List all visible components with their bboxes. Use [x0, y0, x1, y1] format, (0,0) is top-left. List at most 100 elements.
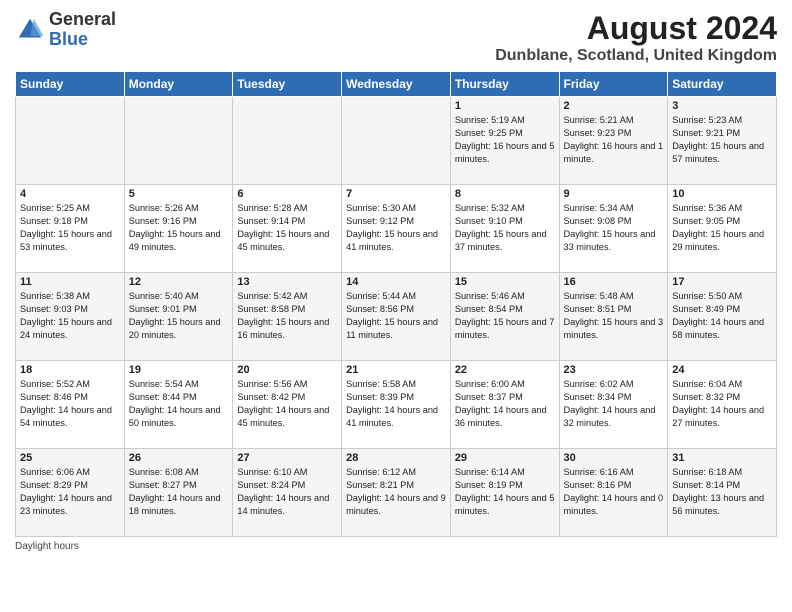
calendar-cell: 16 Sunrise: 5:48 AMSunset: 8:51 PMDayligh…: [559, 273, 668, 361]
day-number: 16: [564, 276, 664, 288]
col-saturday: Saturday: [668, 72, 777, 97]
col-tuesday: Tuesday: [233, 72, 342, 97]
main-title: August 2024: [495, 10, 777, 47]
calendar-cell: 4 Sunrise: 5:25 AMSunset: 9:18 PMDaylight…: [16, 185, 125, 273]
calendar-row: 18 Sunrise: 5:52 AMSunset: 8:46 PMDayligh…: [16, 361, 777, 449]
day-info: Sunrise: 5:52 AMSunset: 8:46 PMDaylight:…: [20, 378, 120, 430]
calendar-cell: 27 Sunrise: 6:10 AMSunset: 8:24 PMDayligh…: [233, 449, 342, 537]
day-info: Sunrise: 5:50 AMSunset: 8:49 PMDaylight:…: [672, 290, 772, 342]
calendar-cell: 6Sunrise: 5:28 AMSunset: 9:14 PMDaylight…: [233, 185, 342, 273]
day-number: 5: [129, 188, 229, 200]
calendar-row: 4 Sunrise: 5:25 AMSunset: 9:18 PMDaylight…: [16, 185, 777, 273]
day-info: Sunrise: 5:19 AMSunset: 9:25 PMDaylight:…: [455, 114, 555, 166]
header: General Blue August 2024 Dunblane, Scotl…: [15, 10, 777, 65]
day-info: Sunrise: 5:54 AMSunset: 8:44 PMDaylight:…: [129, 378, 229, 430]
day-number: 23: [564, 364, 664, 376]
day-number: 30: [564, 452, 664, 464]
day-number: 8: [455, 188, 555, 200]
calendar-cell: 25 Sunrise: 6:06 AMSunset: 8:29 PMDayligh…: [16, 449, 125, 537]
calendar-cell: 5 Sunrise: 5:26 AMSunset: 9:16 PMDaylight…: [124, 185, 233, 273]
logo-text: General Blue: [49, 10, 116, 50]
day-info: Sunrise: 5:34 AMSunset: 9:08 PMDaylight:…: [564, 202, 664, 254]
calendar-cell: 10Sunrise: 5:36 AMSunset: 9:05 PMDayligh…: [668, 185, 777, 273]
calendar-cell: [124, 97, 233, 185]
day-info: Sunrise: 5:58 AMSunset: 8:39 PMDaylight:…: [346, 378, 446, 430]
calendar-cell: [16, 97, 125, 185]
calendar-cell: 14 Sunrise: 5:44 AMSunset: 8:56 PMDayligh…: [342, 273, 451, 361]
day-number: 4: [20, 188, 120, 200]
day-info: Sunrise: 6:06 AMSunset: 8:29 PMDaylight:…: [20, 466, 120, 518]
header-row: Sunday Monday Tuesday Wednesday Thursday…: [16, 72, 777, 97]
day-info: Sunrise: 6:16 AMSunset: 8:16 PMDaylight:…: [564, 466, 664, 518]
day-number: 31: [672, 452, 772, 464]
calendar-cell: 13Sunrise: 5:42 AMSunset: 8:58 PMDayligh…: [233, 273, 342, 361]
day-info: Sunrise: 6:14 AMSunset: 8:19 PMDaylight:…: [455, 466, 555, 518]
calendar-cell: 30 Sunrise: 6:16 AMSunset: 8:16 PMDayligh…: [559, 449, 668, 537]
calendar-cell: [342, 97, 451, 185]
col-friday: Friday: [559, 72, 668, 97]
day-number: 25: [20, 452, 120, 464]
day-info: Sunrise: 6:00 AMSunset: 8:37 PMDaylight:…: [455, 378, 555, 430]
day-info: Sunrise: 5:56 AMSunset: 8:42 PMDaylight:…: [237, 378, 337, 430]
day-info: Sunrise: 6:18 AMSunset: 8:14 PMDaylight:…: [672, 466, 772, 518]
day-number: 18: [20, 364, 120, 376]
day-number: 29: [455, 452, 555, 464]
calendar-cell: 9 Sunrise: 5:34 AMSunset: 9:08 PMDaylight…: [559, 185, 668, 273]
day-number: 24: [672, 364, 772, 376]
day-info: Sunrise: 5:44 AMSunset: 8:56 PMDaylight:…: [346, 290, 446, 342]
subtitle: Dunblane, Scotland, United Kingdom: [495, 47, 777, 65]
day-number: 19: [129, 364, 229, 376]
page: General Blue August 2024 Dunblane, Scotl…: [0, 0, 792, 612]
day-info: Sunrise: 5:23 AMSunset: 9:21 PMDaylight:…: [672, 114, 772, 166]
day-info: Sunrise: 6:02 AMSunset: 8:34 PMDaylight:…: [564, 378, 664, 430]
calendar-cell: 26Sunrise: 6:08 AMSunset: 8:27 PMDayligh…: [124, 449, 233, 537]
day-number: 14: [346, 276, 446, 288]
col-wednesday: Wednesday: [342, 72, 451, 97]
title-block: August 2024 Dunblane, Scotland, United K…: [495, 10, 777, 65]
col-thursday: Thursday: [450, 72, 559, 97]
day-info: Sunrise: 5:48 AMSunset: 8:51 PMDaylight:…: [564, 290, 664, 342]
col-monday: Monday: [124, 72, 233, 97]
calendar-cell: 31 Sunrise: 6:18 AMSunset: 8:14 PMDayligh…: [668, 449, 777, 537]
calendar-cell: 28 Sunrise: 6:12 AMSunset: 8:21 PMDayligh…: [342, 449, 451, 537]
day-number: 2: [564, 100, 664, 112]
calendar-cell: 23 Sunrise: 6:02 AMSunset: 8:34 PMDayligh…: [559, 361, 668, 449]
day-info: Sunrise: 6:12 AMSunset: 8:21 PMDaylight:…: [346, 466, 446, 518]
day-number: 6: [237, 188, 337, 200]
calendar-cell: 18 Sunrise: 5:52 AMSunset: 8:46 PMDayligh…: [16, 361, 125, 449]
day-number: 13: [237, 276, 337, 288]
calendar-table: Sunday Monday Tuesday Wednesday Thursday…: [15, 71, 777, 537]
day-info: Sunrise: 5:36 AMSunset: 9:05 PMDaylight:…: [672, 202, 772, 254]
day-info: Sunrise: 5:25 AMSunset: 9:18 PMDaylight:…: [20, 202, 120, 254]
calendar-cell: 2Sunrise: 5:21 AMSunset: 9:23 PMDaylight…: [559, 97, 668, 185]
calendar-cell: 15Sunrise: 5:46 AMSunset: 8:54 PMDayligh…: [450, 273, 559, 361]
day-number: 17: [672, 276, 772, 288]
calendar-cell: 7 Sunrise: 5:30 AMSunset: 9:12 PMDaylight…: [342, 185, 451, 273]
calendar-cell: 8Sunrise: 5:32 AMSunset: 9:10 PMDaylight…: [450, 185, 559, 273]
calendar-row: 25 Sunrise: 6:06 AMSunset: 8:29 PMDayligh…: [16, 449, 777, 537]
footer-text: Daylight hours: [15, 541, 79, 552]
day-info: Sunrise: 6:10 AMSunset: 8:24 PMDaylight:…: [237, 466, 337, 518]
calendar-cell: 21Sunrise: 5:58 AMSunset: 8:39 PMDayligh…: [342, 361, 451, 449]
day-info: Sunrise: 5:30 AMSunset: 9:12 PMDaylight:…: [346, 202, 446, 254]
day-number: 27: [237, 452, 337, 464]
day-number: 28: [346, 452, 446, 464]
day-info: Sunrise: 5:40 AMSunset: 9:01 PMDaylight:…: [129, 290, 229, 342]
day-info: Sunrise: 6:04 AMSunset: 8:32 PMDaylight:…: [672, 378, 772, 430]
day-number: 3: [672, 100, 772, 112]
calendar-cell: 1Sunrise: 5:19 AMSunset: 9:25 PMDaylight…: [450, 97, 559, 185]
calendar-cell: 17 Sunrise: 5:50 AMSunset: 8:49 PMDayligh…: [668, 273, 777, 361]
day-info: Sunrise: 5:46 AMSunset: 8:54 PMDaylight:…: [455, 290, 555, 342]
calendar-cell: [233, 97, 342, 185]
day-number: 7: [346, 188, 446, 200]
logo-icon: [15, 15, 45, 45]
calendar-row: 1Sunrise: 5:19 AMSunset: 9:25 PMDaylight…: [16, 97, 777, 185]
day-info: Sunrise: 5:26 AMSunset: 9:16 PMDaylight:…: [129, 202, 229, 254]
day-number: 26: [129, 452, 229, 464]
col-sunday: Sunday: [16, 72, 125, 97]
day-info: Sunrise: 5:38 AMSunset: 9:03 PMDaylight:…: [20, 290, 120, 342]
day-number: 12: [129, 276, 229, 288]
calendar-cell: 11Sunrise: 5:38 AMSunset: 9:03 PMDayligh…: [16, 273, 125, 361]
calendar-row: 11Sunrise: 5:38 AMSunset: 9:03 PMDayligh…: [16, 273, 777, 361]
day-number: 9: [564, 188, 664, 200]
